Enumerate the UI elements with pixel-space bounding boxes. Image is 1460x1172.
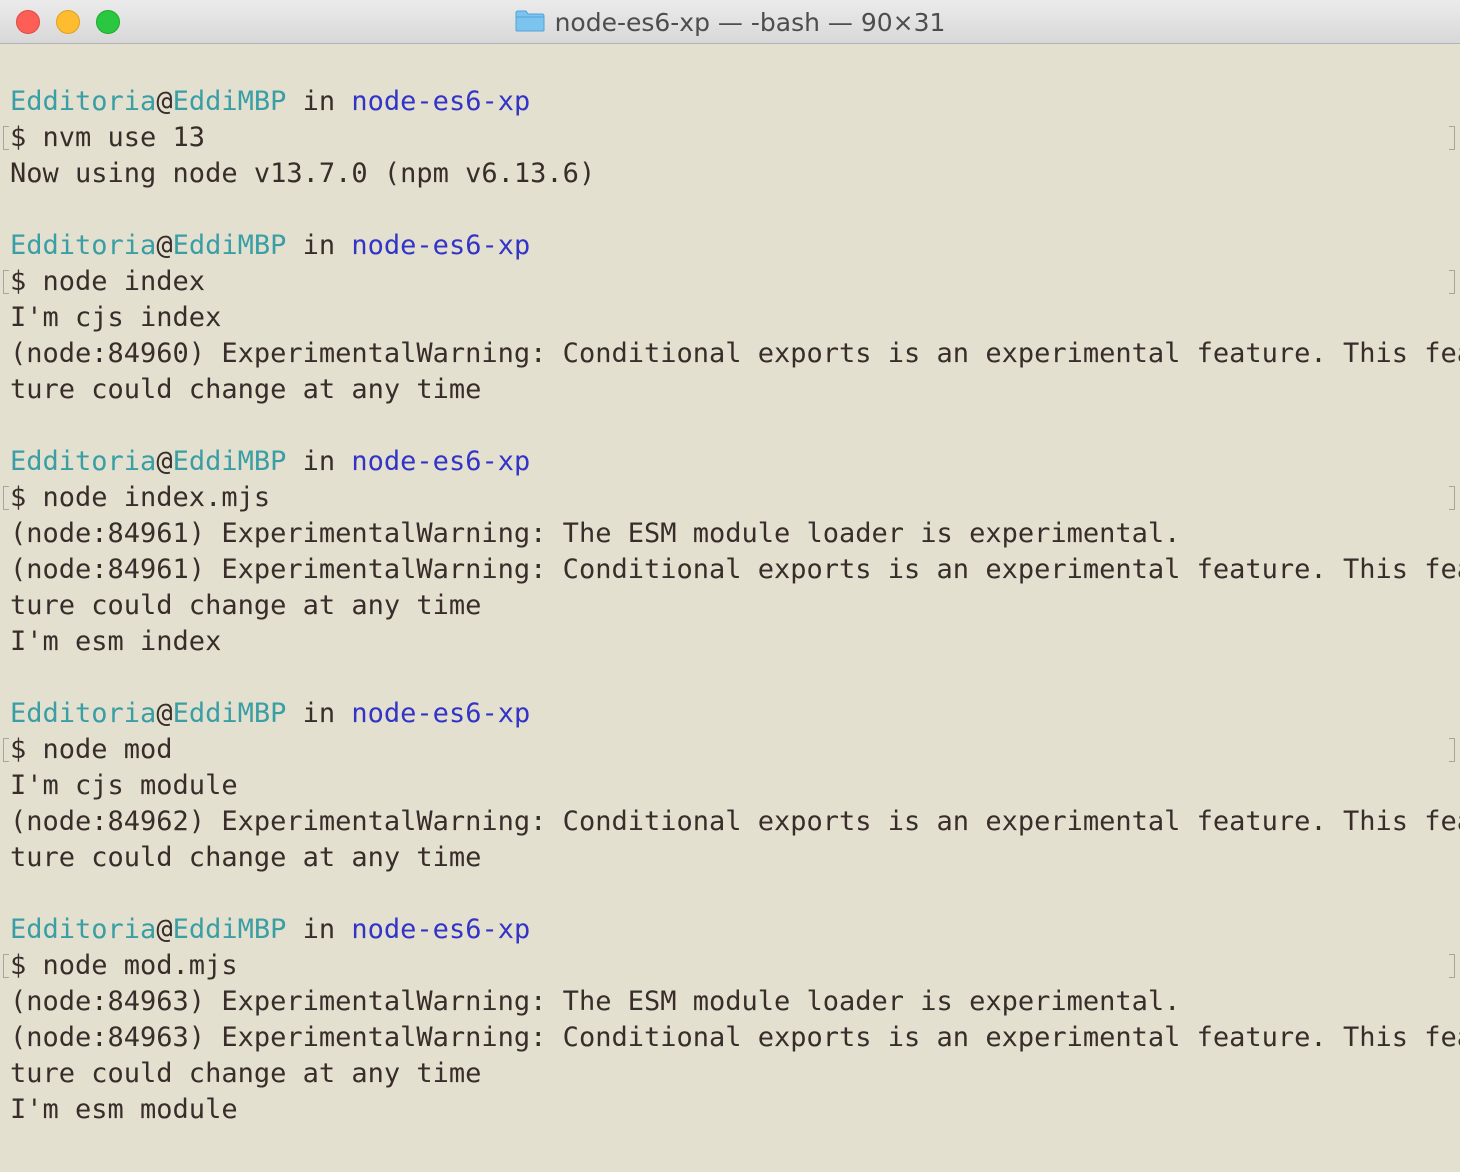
output-line: ture could change at any time [10,590,482,621]
prompt-line: Edditoria@EddiMBP in node-es6-xp [10,696,530,732]
window-title: node-es6-xp — -bash — 90×31 [554,7,946,37]
output-line: (node:84963) ExperimentalWarning: Condit… [10,1022,1460,1053]
prompt-host: EddiMBP [172,86,287,117]
prompt-host: EddiMBP [172,230,287,261]
terminal-window: node-es6-xp — -bash — 90×31 Edditoria@Ed… [0,0,1460,1172]
output-line: (node:84961) ExperimentalWarning: The ES… [10,518,1181,549]
prompt-directory: node-es6-xp [351,230,531,261]
prompt-directory: node-es6-xp [351,86,531,117]
prompt-user: Edditoria [10,698,157,729]
mark-bracket-right-icon [1449,486,1455,510]
mark-bracket-right-icon [1449,954,1455,978]
output-line: I'm esm module [10,1094,238,1125]
terminal-output[interactable]: Edditoria@EddiMBP in node-es6-xp $ nvm us… [0,84,1460,1172]
prompt-in: in [286,230,352,261]
prompt-at: @ [156,86,173,117]
prompt-in: in [286,446,352,477]
command-line: $ node mod [10,734,173,765]
prompt-at: @ [156,698,173,729]
mark-bracket-right-icon [1449,270,1455,294]
command-line: $ node index [10,266,206,297]
prompt-directory: node-es6-xp [351,446,531,477]
prompt-user: Edditoria [10,446,157,477]
prompt-in: in [286,914,352,945]
output-line: (node:84961) ExperimentalWarning: Condit… [10,554,1460,585]
output-line: (node:84963) ExperimentalWarning: The ES… [10,986,1181,1017]
mark-bracket-left-icon [3,738,9,762]
output-line: I'm cjs module [10,770,238,801]
title-bar[interactable]: node-es6-xp — -bash — 90×31 [0,0,1460,44]
prompt-host: EddiMBP [172,914,287,945]
output-line: I'm cjs index [10,302,222,333]
command-line: $ node index.mjs [10,482,271,513]
prompt-line: Edditoria@EddiMBP in node-es6-xp [10,84,530,120]
mark-bracket-right-icon [1449,738,1455,762]
prompt-user: Edditoria [10,86,157,117]
window-title-group: node-es6-xp — -bash — 90×31 [0,0,1460,44]
mark-bracket-left-icon [3,486,9,510]
prompt-at: @ [156,446,173,477]
prompt-in: in [286,86,352,117]
prompt-host: EddiMBP [172,698,287,729]
prompt-line: Edditoria@EddiMBP in node-es6-xp [10,912,530,948]
command-line: $ node mod.mjs [10,950,238,981]
output-line: Now using node v13.7.0 (npm v6.13.6) [10,158,596,189]
prompt-at: @ [156,914,173,945]
output-line: ture could change at any time [10,374,482,405]
output-line: ture could change at any time [10,1058,482,1089]
prompt-in: in [286,698,352,729]
output-line: (node:84960) ExperimentalWarning: Condit… [10,338,1460,369]
prompt-user: Edditoria [10,914,157,945]
prompt-directory: node-es6-xp [351,698,531,729]
mark-bracket-left-icon [3,126,9,150]
mark-bracket-left-icon [3,270,9,294]
output-line: (node:84962) ExperimentalWarning: Condit… [10,806,1460,837]
prompt-at: @ [156,230,173,261]
mark-bracket-left-icon [3,954,9,978]
output-line: ture could change at any time [10,842,482,873]
prompt-directory: node-es6-xp [351,914,531,945]
command-line: $ nvm use 13 [10,122,206,153]
mark-bracket-right-icon [1449,126,1455,150]
output-line: I'm esm index [10,626,222,657]
prompt-host: EddiMBP [172,446,287,477]
prompt-user: Edditoria [10,230,157,261]
prompt-line: Edditoria@EddiMBP in node-es6-xp [10,444,530,480]
folder-icon [515,10,545,32]
prompt-line: Edditoria@EddiMBP in node-es6-xp [10,228,530,264]
